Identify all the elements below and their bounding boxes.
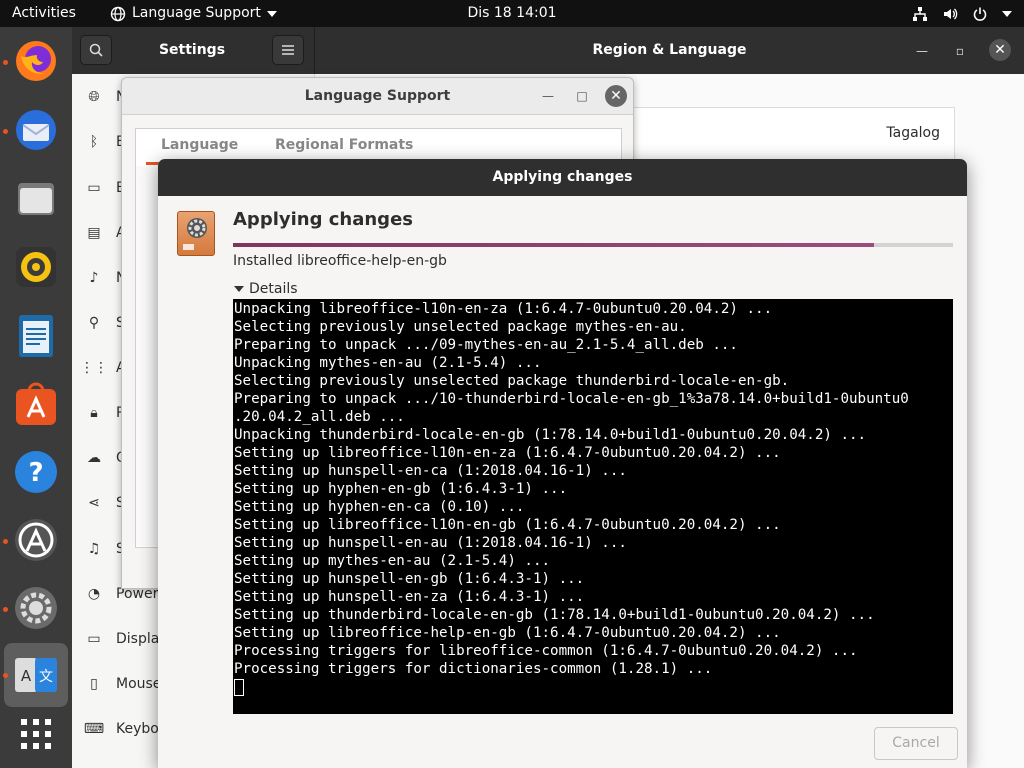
firefox-icon[interactable] bbox=[12, 37, 60, 85]
thunderbird-icon[interactable] bbox=[12, 106, 60, 154]
terminal-cursor bbox=[234, 678, 244, 696]
running-indicator bbox=[3, 607, 8, 612]
app-menu-label: Language Support bbox=[132, 5, 261, 21]
background-icon: ▭ bbox=[87, 179, 101, 196]
app-menu-button[interactable]: Language Support bbox=[110, 0, 277, 27]
notifications-icon: ♪ bbox=[89, 269, 99, 286]
settings-icon[interactable] bbox=[12, 584, 60, 632]
globe-icon bbox=[110, 6, 126, 21]
tab-regional-formats[interactable]: Regional Formats bbox=[275, 137, 413, 153]
progress-bar bbox=[233, 243, 953, 247]
details-label: Details bbox=[249, 281, 298, 297]
terminal-line: Unpacking libreoffice-l10n-en-za (1:6.4.… bbox=[234, 301, 773, 317]
dock: ? A文 bbox=[0, 27, 72, 768]
files-icon[interactable] bbox=[12, 175, 60, 223]
terminal-line: Selecting previously unselected package … bbox=[234, 319, 687, 335]
activities-button[interactable]: Activities bbox=[12, 0, 76, 27]
terminal-line: Processing triggers for libreoffice-comm… bbox=[234, 643, 858, 659]
terminal-line: .20.04.2_all.deb ... bbox=[234, 409, 405, 425]
progress-bar-fill bbox=[233, 243, 874, 247]
settings-menu-button[interactable] bbox=[272, 35, 304, 65]
terminal-line: Setting up thunderbird-locale-en-gb (1:7… bbox=[234, 607, 875, 623]
svg-text:文: 文 bbox=[39, 669, 53, 685]
network-icon: 🌐︎ bbox=[88, 88, 100, 105]
settings-header: Settings Region & Language — ▫ ✕ bbox=[72, 27, 1024, 74]
formats-value: Tagalog bbox=[886, 125, 940, 141]
rhythmbox-icon[interactable] bbox=[12, 243, 60, 291]
help-icon[interactable]: ? bbox=[12, 448, 60, 496]
clock[interactable]: Dis 18 14:01 bbox=[467, 5, 556, 21]
cancel-button[interactable]: Cancel bbox=[874, 727, 958, 760]
terminal-line: Setting up libreoffice-l10n-en-za (1:6.4… bbox=[234, 445, 781, 461]
terminal-line: Setting up libreoffice-help-en-gb (1:6.4… bbox=[234, 625, 781, 641]
running-indicator bbox=[3, 60, 8, 65]
online-accounts-icon: ☁ bbox=[87, 449, 101, 466]
svg-text:A: A bbox=[21, 667, 32, 685]
software-updater-icon[interactable] bbox=[12, 516, 60, 564]
sidebar-item-label: Mouse bbox=[116, 675, 162, 692]
terminal-line: Preparing to unpack .../09-mythes-en-au_… bbox=[234, 337, 738, 353]
search-icon: ⚲ bbox=[88, 314, 100, 331]
terminal-line: Unpacking thunderbird-locale-en-gb (1:78… bbox=[234, 427, 867, 443]
terminal-line: Selecting previously unselected package … bbox=[234, 373, 790, 389]
chevron-down-icon bbox=[234, 286, 244, 292]
search-icon bbox=[89, 43, 103, 57]
ubuntu-software-icon[interactable] bbox=[12, 380, 60, 428]
formats-row[interactable]: Tagalog bbox=[633, 107, 955, 165]
terminal-line: Processing triggers for dictionaries-com… bbox=[234, 661, 713, 677]
terminal-line: Setting up hunspell-en-ca (1:2018.04.16-… bbox=[234, 463, 627, 479]
terminal-line: Setting up mythes-en-au (2.1-5.4) ... bbox=[234, 553, 551, 569]
system-tray[interactable] bbox=[912, 0, 1012, 27]
minimize-button[interactable]: — bbox=[538, 86, 558, 106]
terminal-output[interactable]: Unpacking libreoffice-l10n-en-za (1:6.4.… bbox=[233, 299, 953, 714]
network-icon bbox=[913, 6, 927, 21]
terminal-line: Setting up hyphen-en-gb (1:6.4.3-1) ... bbox=[234, 481, 568, 497]
terminal-line: Preparing to unpack .../10-thunderbird-l… bbox=[234, 391, 909, 407]
appearance-icon: ▤ bbox=[87, 224, 101, 241]
power-icon bbox=[973, 7, 987, 21]
close-button[interactable]: ✕ bbox=[989, 39, 1011, 61]
close-button[interactable]: ✕ bbox=[605, 85, 627, 107]
terminal-line: Setting up hunspell-en-za (1:6.4.3-1) ..… bbox=[234, 589, 585, 605]
svg-text:?: ? bbox=[28, 458, 43, 488]
keyboard-icon: ⌨ bbox=[83, 720, 105, 737]
applications-icon: ⋮⋮ bbox=[80, 359, 108, 376]
mouse-icon: ▯ bbox=[90, 675, 98, 692]
details-expander[interactable]: Details bbox=[234, 281, 298, 297]
settings-search-button[interactable] bbox=[80, 35, 112, 65]
display-icon: ▭ bbox=[87, 630, 101, 647]
minimize-button[interactable]: — bbox=[912, 41, 932, 61]
chevron-down-icon bbox=[1002, 10, 1012, 17]
terminal-line: Setting up hunspell-en-gb (1:6.4.3-1) ..… bbox=[234, 571, 585, 587]
chevron-down-icon bbox=[266, 10, 277, 17]
maximize-button[interactable]: ▫ bbox=[950, 41, 970, 61]
sound-icon: ♫ bbox=[87, 540, 101, 557]
dialog-title: Applying changes bbox=[158, 159, 967, 196]
running-indicator bbox=[3, 539, 8, 544]
maximize-button[interactable]: □ bbox=[572, 86, 592, 106]
privacy-icon: 🔒︎ bbox=[90, 404, 98, 421]
running-indicator bbox=[3, 129, 8, 134]
terminal-line: Setting up libreoffice-l10n-en-gb (1:6.4… bbox=[234, 517, 781, 533]
hamburger-menu-icon bbox=[282, 45, 294, 55]
running-indicator bbox=[3, 673, 8, 678]
terminal-line: Unpacking mythes-en-au (2.1-5.4) ... bbox=[234, 355, 542, 371]
language-support-header: Language Support — □ ✕ bbox=[122, 78, 633, 115]
top-bar: Activities Language Support Dis 18 14:01 bbox=[0, 0, 1024, 27]
status-text: Installed libreoffice-help-en-gb bbox=[233, 253, 447, 269]
show-applications-icon[interactable] bbox=[12, 710, 60, 758]
settings-title: Settings bbox=[158, 42, 226, 58]
package-install-icon bbox=[177, 211, 215, 256]
power-icon: ◔ bbox=[87, 585, 101, 602]
dialog-heading: Applying changes bbox=[233, 209, 413, 230]
sharing-icon: ⋖ bbox=[88, 494, 100, 511]
tab-language[interactable]: Language bbox=[161, 137, 238, 153]
libreoffice-writer-icon[interactable] bbox=[12, 312, 60, 360]
language-support-icon[interactable]: A文 bbox=[12, 651, 60, 699]
applying-changes-dialog: Applying changes Applying changes Instal… bbox=[158, 159, 967, 768]
volume-icon bbox=[944, 8, 958, 19]
terminal-line: Setting up hyphen-en-ca (0.10) ... bbox=[234, 499, 525, 515]
bluetooth-icon: ᛒ bbox=[89, 133, 99, 150]
terminal-line: Setting up hunspell-en-au (1:2018.04.16-… bbox=[234, 535, 627, 551]
